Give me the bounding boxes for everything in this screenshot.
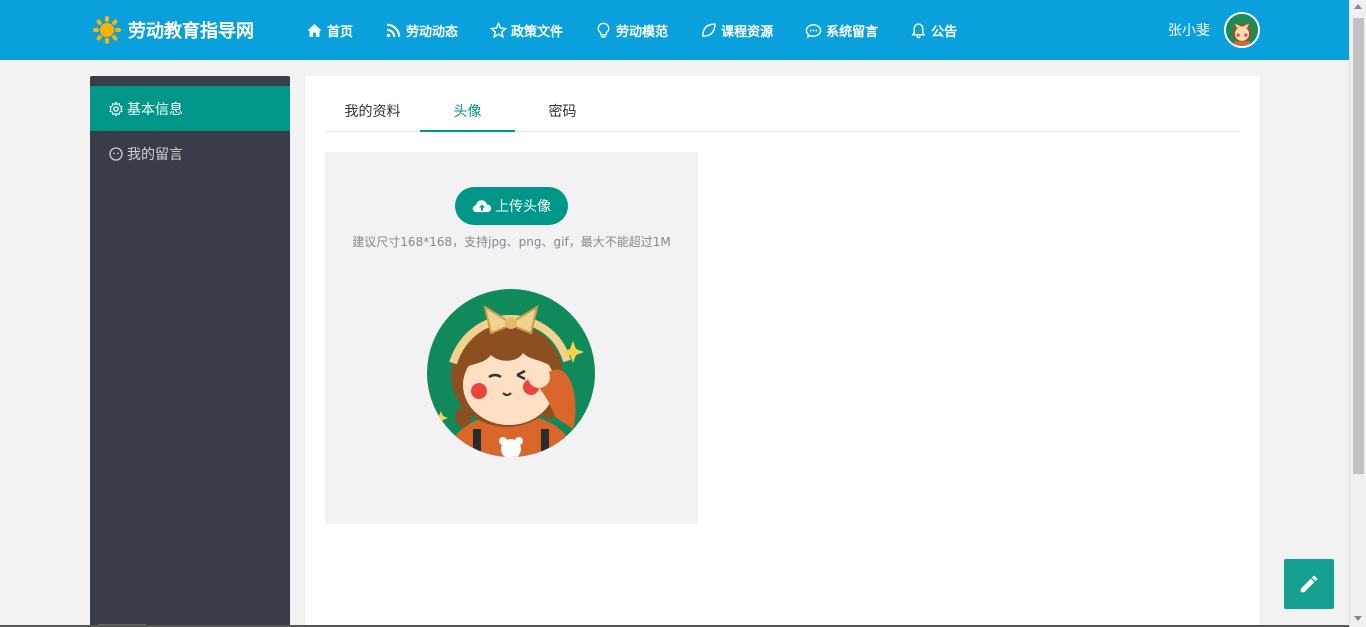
upload-avatar-button[interactable]: 上传头像 xyxy=(455,187,568,225)
profile-tabs: 我的资料 头像 密码 xyxy=(325,94,1240,132)
bell-icon xyxy=(911,22,926,38)
sidebar: 基本信息 我的留言 xyxy=(90,76,290,627)
nav-item-label: 政策文件 xyxy=(511,24,564,40)
nav-item-labor-news[interactable]: 劳动动态 xyxy=(385,21,458,40)
cloud-upload-icon xyxy=(472,200,492,213)
tab-avatar[interactable]: 头像 xyxy=(420,94,515,132)
gear-icon xyxy=(109,100,123,117)
brand-logo[interactable]: 劳动教育指导网 xyxy=(92,15,254,45)
nav-item-announcements[interactable]: 公告 xyxy=(910,21,957,40)
scroll-up-arrow-icon[interactable] xyxy=(1354,4,1362,9)
scroll-down-arrow-icon[interactable] xyxy=(1354,616,1362,621)
avatar-upload-area: 上传头像 建议尺寸168*168，支持jpg、png、gif，最大不能超过1M xyxy=(325,152,698,524)
pencil-icon xyxy=(1300,575,1318,593)
user-menu[interactable]: 张小斐 xyxy=(1168,12,1260,48)
upload-hint: 建议尺寸168*168，支持jpg、png、gif，最大不能超过1M xyxy=(352,235,671,249)
nav-item-label: 劳动动态 xyxy=(406,24,459,40)
main-nav: 首页 劳动动态 政策文件 劳动模范 课程资源 系统留言 公告 xyxy=(306,0,989,60)
nav-item-home[interactable]: 首页 xyxy=(306,21,353,40)
scroll-thumb[interactable] xyxy=(1353,18,1364,474)
nav-item-policy[interactable]: 政策文件 xyxy=(490,21,563,40)
avatar[interactable] xyxy=(1224,12,1260,48)
avatar-preview xyxy=(427,289,595,457)
brand-title: 劳动教育指导网 xyxy=(128,21,254,42)
sidebar-item-label: 基本信息 xyxy=(127,101,183,118)
top-navbar: 劳动教育指导网 首页 劳动动态 政策文件 劳动模范 课程资源 系统留言 公告 张… xyxy=(0,0,1349,60)
sidebar-item-basic-info[interactable]: 基本信息 xyxy=(90,86,290,131)
nav-item-courses[interactable]: 课程资源 xyxy=(700,21,773,40)
main-panel: 我的资料 头像 密码 上传头像 建议尺寸168*168，支持jpg、png、gi… xyxy=(305,76,1260,627)
sidebar-item-label: 我的留言 xyxy=(127,146,183,163)
nav-item-messages[interactable]: 系统留言 xyxy=(805,21,878,40)
nav-item-label: 课程资源 xyxy=(721,24,774,40)
edit-floating-button[interactable] xyxy=(1284,559,1334,609)
user-name: 张小斐 xyxy=(1168,23,1210,39)
lightbulb-icon xyxy=(597,22,610,38)
home-icon xyxy=(307,23,322,37)
sidebar-item-my-messages[interactable]: 我的留言 xyxy=(90,131,290,176)
page-scrollbar[interactable] xyxy=(1349,0,1366,627)
nav-item-label: 劳动模范 xyxy=(616,24,669,40)
rss-icon xyxy=(386,23,401,37)
message-face-icon xyxy=(109,146,123,161)
tab-my-profile[interactable]: 我的资料 xyxy=(325,94,420,132)
tab-password[interactable]: 密码 xyxy=(515,94,610,132)
sun-icon xyxy=(92,15,122,45)
nav-item-label: 首页 xyxy=(327,24,354,40)
leaf-icon xyxy=(702,22,716,37)
upload-button-label: 上传头像 xyxy=(495,199,551,215)
chat-icon xyxy=(805,23,822,38)
star-icon xyxy=(490,21,508,38)
nav-item-label: 公告 xyxy=(931,24,958,40)
nav-item-label: 系统留言 xyxy=(826,24,879,40)
nav-item-model-workers[interactable]: 劳动模范 xyxy=(595,21,668,40)
